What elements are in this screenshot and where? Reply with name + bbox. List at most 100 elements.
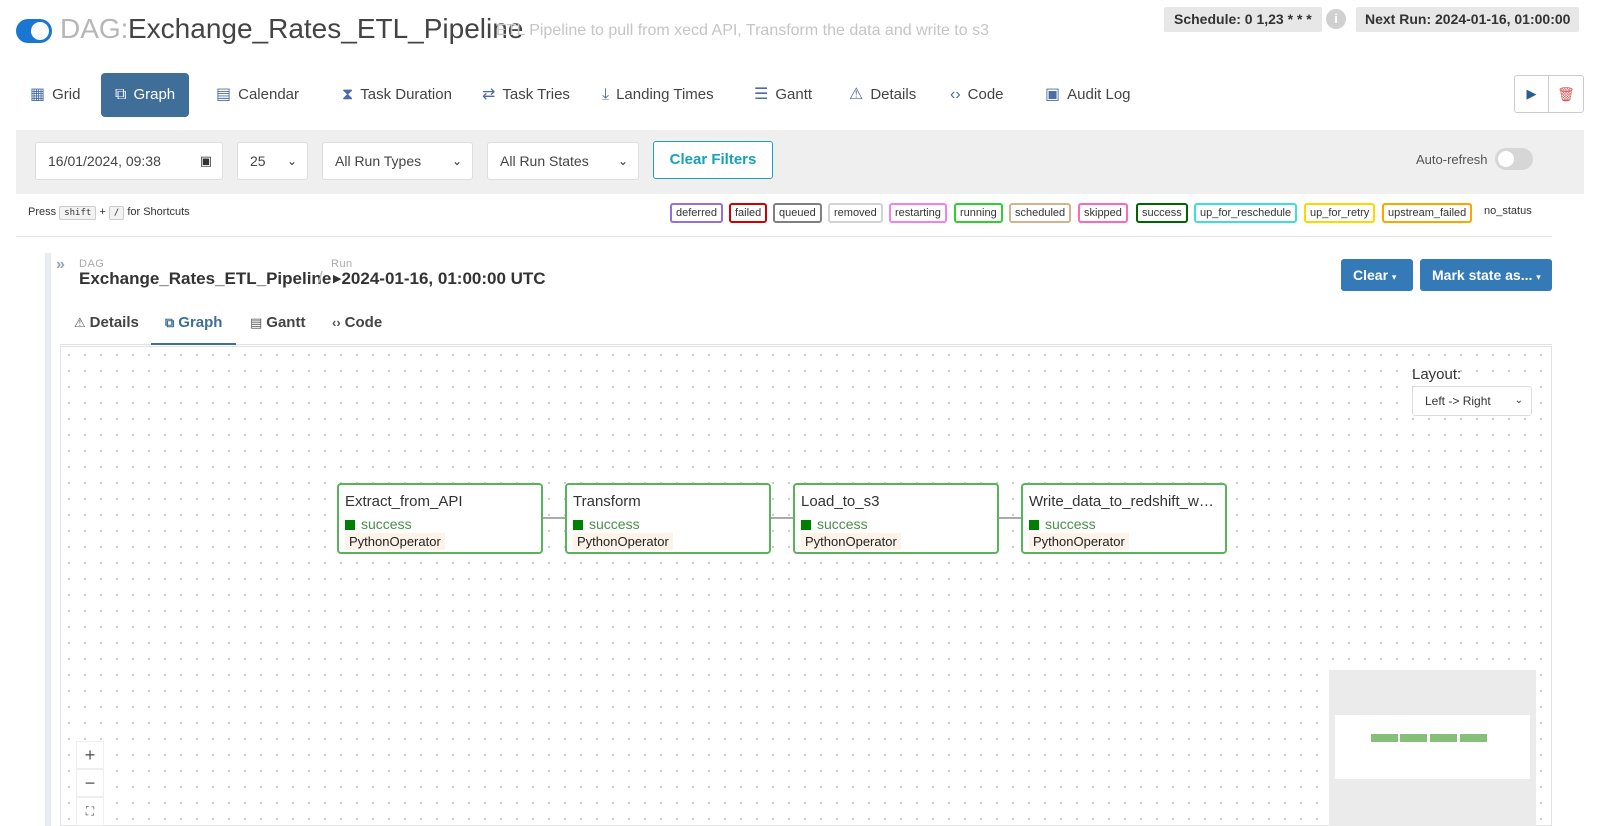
task-node-transform[interactable]: Transform success PythonOperator — [565, 483, 771, 554]
tab-landing-times[interactable]: ⤓ Landing Times — [588, 73, 728, 117]
breadcrumb-dag-link[interactable]: Exchange_Rates_ETL_Pipeline — [79, 269, 331, 289]
tab-code[interactable]: ‹› Code — [936, 73, 1018, 117]
shortcut-suffix: for Shortcuts — [127, 206, 190, 218]
legend-up-for-reschedule[interactable]: up_for_reschedule — [1194, 203, 1298, 223]
legend-failed[interactable]: failed — [729, 203, 768, 223]
tab-calendar[interactable]: ▤ Calendar — [202, 73, 313, 117]
dag-label: DAG: — [60, 13, 129, 44]
task-node-load-to-s3[interactable]: Load_to_s3 success PythonOperator — [793, 483, 999, 554]
tab-task-duration[interactable]: ⧗ Task Duration — [328, 73, 466, 117]
subtab-label: Details — [89, 314, 139, 331]
dag-title: Exchange_Rates_ETL_Pipeline — [128, 13, 524, 44]
info-icon[interactable]: i — [1326, 9, 1346, 29]
run-type-value: All Run Types — [335, 153, 422, 169]
task-state: success — [1029, 516, 1096, 532]
gantt-icon: ▤ — [250, 315, 263, 330]
tab-label: Landing Times — [616, 86, 714, 103]
breadcrumb-run-link[interactable]: ▶2024-01-16, 01:00:00 UTC — [333, 269, 546, 289]
shortcut-prefix: Press — [28, 206, 57, 218]
zoom-out-button[interactable]: − — [76, 769, 104, 797]
auto-refresh-toggle[interactable] — [1495, 148, 1533, 170]
mark-state-button[interactable]: Mark state as... ▾ — [1420, 259, 1552, 291]
legend-restarting[interactable]: restarting — [889, 203, 947, 223]
tab-details[interactable]: ⚠ Details — [835, 73, 930, 117]
gantt-icon: ☰ — [754, 86, 769, 103]
calendar-icon[interactable]: ▣ — [200, 143, 212, 179]
task-name: Extract_from_API — [345, 493, 463, 510]
graph-icon: ⧉ — [115, 86, 127, 103]
run-type-select[interactable]: All Run Types ⌄ — [322, 142, 473, 180]
next-run-badge: Next Run: 2024-01-16, 01:00:00 — [1356, 7, 1580, 32]
legend-success[interactable]: success — [1136, 203, 1188, 223]
legend-scheduled[interactable]: scheduled — [1009, 203, 1072, 223]
graph-edge — [543, 517, 565, 519]
legend-deferred[interactable]: deferred — [670, 203, 723, 223]
task-state-label: success — [361, 516, 412, 532]
dag-description: ETL Pipeline to pull from xecd API, Tran… — [496, 22, 989, 39]
caret-down-icon: ▾ — [1536, 272, 1541, 282]
mark-state-label: Mark state as... — [1432, 267, 1533, 283]
layout-label: Layout: — [1412, 366, 1462, 383]
base-date-value: 16/01/2024, 09:38 — [48, 153, 161, 169]
task-operator: PythonOperator — [801, 533, 901, 550]
subtab-gantt[interactable]: ▤ Gantt — [236, 307, 319, 345]
zoom-in-button[interactable]: + — [76, 741, 104, 769]
legend-removed[interactable]: removed — [828, 203, 883, 223]
legend-queued[interactable]: queued — [773, 203, 822, 223]
section-divider — [16, 236, 1552, 237]
state-square-icon — [801, 520, 811, 530]
delete-dag-button[interactable]: 🗑 — [1549, 76, 1583, 112]
tab-task-tries[interactable]: ⇄ Task Tries — [468, 73, 584, 117]
tab-grid[interactable]: ▦ Grid — [16, 73, 94, 117]
task-state: success — [801, 516, 868, 532]
fit-view-button[interactable]: ⛶ — [76, 797, 104, 826]
panel-resize-bar[interactable] — [45, 253, 51, 826]
tab-label: Grid — [52, 86, 81, 103]
task-state: success — [573, 516, 640, 532]
auto-refresh-label: Auto-refresh — [1416, 152, 1488, 167]
collapse-panel-icon[interactable]: » — [56, 256, 65, 274]
trigger-dag-button[interactable]: ▶ — [1515, 76, 1549, 112]
num-runs-select[interactable]: 25 ⌄ — [237, 142, 308, 180]
tab-label: Graph — [133, 86, 176, 103]
tab-graph[interactable]: ⧉ Graph — [101, 73, 190, 117]
clear-label: Clear — [1353, 267, 1389, 283]
task-state-label: success — [589, 516, 640, 532]
legend-skipped[interactable]: skipped — [1078, 203, 1128, 223]
subtab-code[interactable]: ‹› Code — [318, 307, 396, 345]
task-node-extract-from-api[interactable]: Extract_from_API success PythonOperator — [337, 483, 543, 554]
clear-filters-button[interactable]: Clear Filters — [653, 141, 773, 179]
base-date-input[interactable]: 16/01/2024, 09:38 ▣ — [35, 142, 223, 180]
subtab-label: Code — [344, 314, 383, 331]
tab-label: Task Tries — [502, 86, 570, 103]
shortcut-plus: + — [99, 206, 106, 218]
tab-gantt[interactable]: ☰ Gantt — [740, 73, 826, 117]
legend-running[interactable]: running — [954, 203, 1003, 223]
graph-edge — [771, 517, 793, 519]
legend-no-status[interactable]: no_status — [1480, 203, 1536, 223]
task-state-label: success — [1045, 516, 1096, 532]
code-icon: ‹› — [950, 86, 961, 103]
chevron-down-icon: ⌄ — [617, 154, 628, 168]
schedule-badge: Schedule: 0 1,23 * * * — [1164, 7, 1322, 32]
tab-audit-log[interactable]: ▣ Audit Log — [1031, 73, 1145, 117]
dag-pause-toggle[interactable] — [16, 19, 52, 43]
subtab-graph[interactable]: ⧉ Graph — [151, 307, 237, 345]
calendar-icon: ▤ — [216, 86, 232, 103]
clear-task-button[interactable]: Clear ▾ — [1341, 259, 1413, 291]
subtab-details[interactable]: ⚠ Details — [60, 307, 153, 345]
warning-icon: ⚠ — [849, 86, 864, 103]
trash-icon: 🗑 — [1557, 86, 1575, 102]
breadcrumb-separator: / — [318, 268, 323, 287]
legend-upstream-failed[interactable]: upstream_failed — [1382, 203, 1473, 223]
task-node-write-data-to-redshift[interactable]: Write_data_to_redshift_warehouse success… — [1021, 483, 1227, 554]
legend-up-for-retry[interactable]: up_for_retry — [1304, 203, 1376, 223]
layout-select[interactable]: Left -> Right ⌄ — [1412, 386, 1532, 416]
task-name: Load_to_s3 — [801, 493, 880, 510]
graph-minimap[interactable] — [1329, 670, 1536, 826]
tab-label: Audit Log — [1067, 86, 1131, 103]
run-state-select[interactable]: All Run States ⌄ — [487, 142, 639, 180]
state-square-icon — [345, 520, 355, 530]
toggle-knob — [31, 22, 49, 40]
shortcut-key-shift: shift — [59, 206, 97, 220]
